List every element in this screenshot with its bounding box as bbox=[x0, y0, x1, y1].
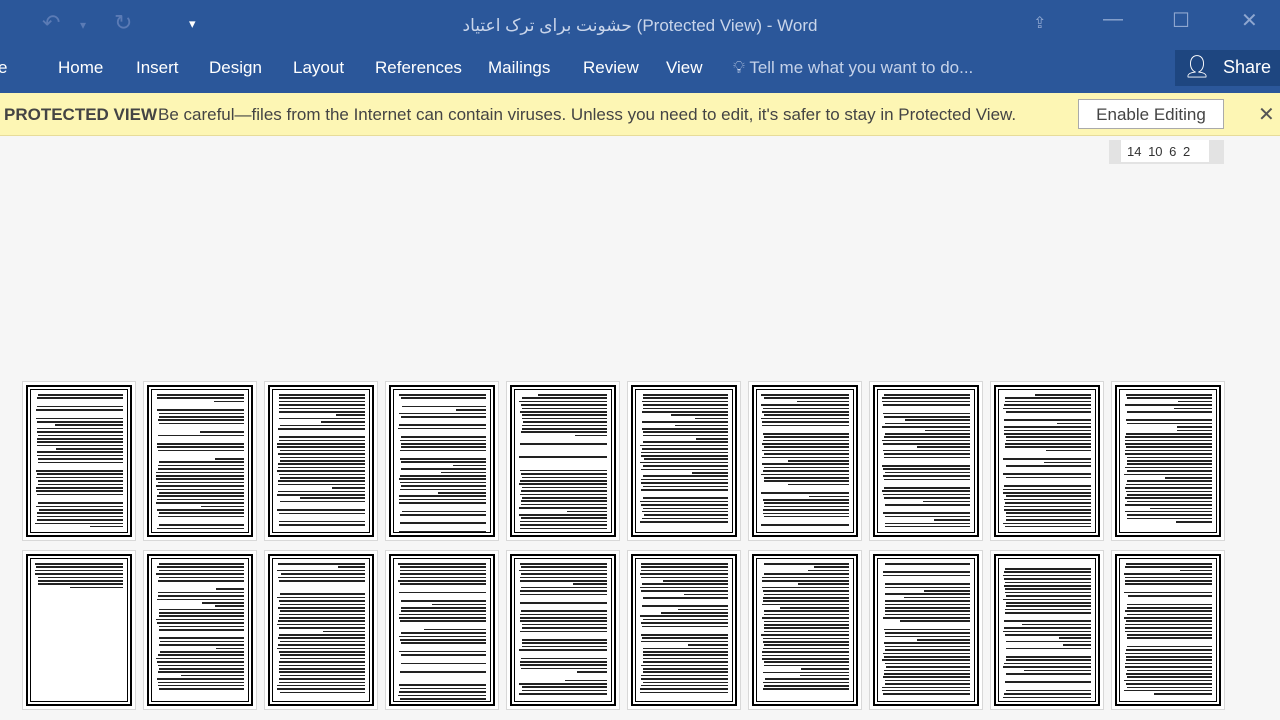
tab-mailings[interactable]: Mailings bbox=[488, 58, 550, 78]
tell-me-text: Tell me what you want to do... bbox=[749, 58, 974, 77]
ribbon-display-options-icon[interactable]: ⇪ bbox=[1033, 13, 1046, 33]
page-thumbnail[interactable] bbox=[748, 381, 862, 541]
vertical-ruler[interactable]: 14 10 6 2 bbox=[1109, 140, 1224, 164]
tab-layout[interactable]: Layout bbox=[293, 58, 344, 78]
page-thumbnail[interactable] bbox=[264, 381, 378, 541]
page-thumbnail[interactable] bbox=[869, 550, 983, 710]
page-thumbnail[interactable] bbox=[990, 381, 1104, 541]
tell-me-search[interactable]: 💡︎ Tell me what you want to do... bbox=[733, 58, 973, 78]
protected-view-bar: PROTECTED VIEW Be careful—files from the… bbox=[0, 93, 1280, 136]
window-title: حشونت برای ترک اعتیاد (Protected View) -… bbox=[462, 16, 818, 35]
share-label: Share bbox=[1223, 57, 1272, 77]
tab-file[interactable]: e bbox=[0, 58, 7, 78]
page-thumbnail[interactable] bbox=[385, 550, 499, 710]
ruler-values: 14 10 6 2 bbox=[1121, 140, 1209, 162]
tab-design[interactable]: Design bbox=[209, 58, 262, 78]
page-thumbnail[interactable] bbox=[506, 381, 620, 541]
tab-insert[interactable]: Insert bbox=[136, 58, 179, 78]
person-add-icon: 👤︎ bbox=[1183, 54, 1211, 79]
close-icon[interactable]: ✕ bbox=[1241, 8, 1258, 33]
tab-review[interactable]: Review bbox=[583, 58, 639, 78]
minimize-icon[interactable]: — bbox=[1103, 8, 1123, 31]
tab-home[interactable]: Home bbox=[58, 58, 103, 78]
title-bar: ↶ ▾ ↻ ▾ حشونت برای ترک اعتیاد (Protected… bbox=[0, 0, 1280, 50]
ribbon-tabs: e Home Insert Design Layout References M… bbox=[0, 50, 1280, 93]
protected-view-label: PROTECTED VIEW bbox=[4, 105, 158, 124]
page-thumbnail[interactable] bbox=[627, 550, 741, 710]
tab-view[interactable]: View bbox=[666, 58, 703, 78]
page-thumbnail[interactable] bbox=[143, 550, 257, 710]
page-thumbnail[interactable] bbox=[1111, 381, 1225, 541]
page-thumbnail[interactable] bbox=[385, 381, 499, 541]
page-thumbnail[interactable] bbox=[143, 381, 257, 541]
maximize-icon[interactable]: ☐ bbox=[1172, 8, 1190, 33]
enable-editing-button[interactable]: Enable Editing bbox=[1078, 99, 1224, 129]
page-thumbnail[interactable] bbox=[506, 550, 620, 710]
document-area bbox=[0, 137, 1280, 720]
page-thumbnail[interactable] bbox=[22, 550, 136, 710]
close-bar-icon[interactable]: ✕ bbox=[1258, 102, 1275, 127]
page-thumbnail[interactable] bbox=[264, 550, 378, 710]
page-thumbnail[interactable] bbox=[1111, 550, 1225, 710]
page-thumbnail[interactable] bbox=[748, 550, 862, 710]
lightbulb-icon: 💡︎ bbox=[733, 58, 745, 77]
tab-references[interactable]: References bbox=[375, 58, 462, 78]
page-thumbnail[interactable] bbox=[990, 550, 1104, 710]
page-thumbnail[interactable] bbox=[869, 381, 983, 541]
page-thumbnail[interactable] bbox=[627, 381, 741, 541]
share-button[interactable]: 👤︎ Share bbox=[1175, 50, 1280, 86]
page-thumbnail[interactable] bbox=[22, 381, 136, 541]
protected-view-message: Be careful—files from the Internet can c… bbox=[158, 105, 1017, 124]
